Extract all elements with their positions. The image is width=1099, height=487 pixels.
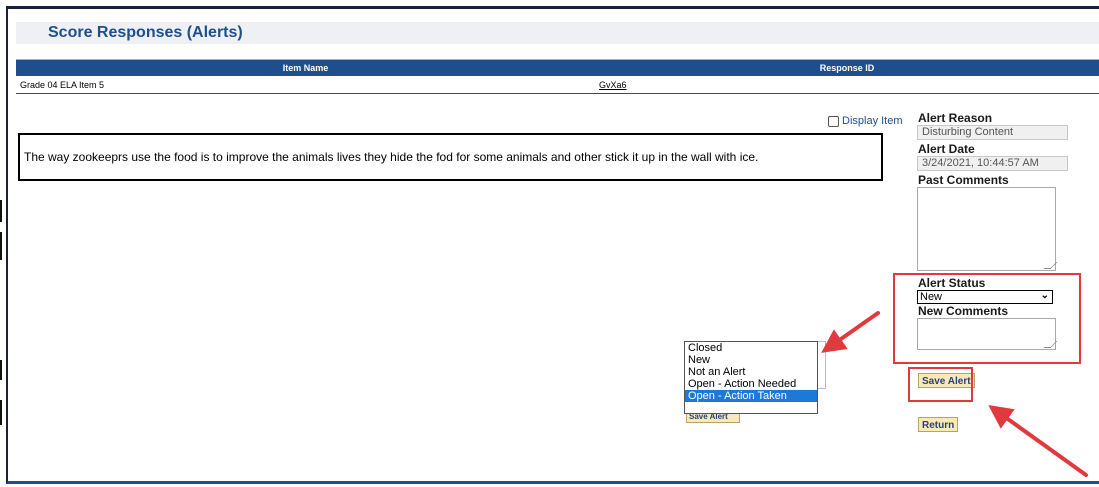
- resize-handle-icon[interactable]: [1043, 262, 1058, 269]
- table-header-row: Item Name Response ID: [16, 59, 1099, 76]
- past-comments-textarea[interactable]: [917, 187, 1058, 271]
- dropdown-option-not-an-alert[interactable]: Not an Alert: [685, 366, 817, 378]
- partial-save-button: Save Alert: [686, 413, 740, 423]
- frame-tick: [0, 400, 2, 425]
- dropdown-option-open-action-needed[interactable]: Open - Action Needed: [685, 378, 817, 390]
- return-button[interactable]: Return: [918, 417, 959, 432]
- display-item-checkbox[interactable]: [828, 115, 839, 127]
- item-name-cell: Grade 04 ELA Item 5: [16, 76, 595, 94]
- frame-tick: [0, 360, 2, 380]
- frame-tick: [0, 200, 2, 222]
- column-header-response-id: Response ID: [595, 59, 1099, 76]
- column-header-item-name: Item Name: [16, 59, 595, 76]
- response-text-box: The way zookeeprs use the food is to imp…: [18, 133, 883, 181]
- status-dropdown-list[interactable]: Closed New Not an Alert Open - Action Ne…: [684, 341, 818, 414]
- save-highlight-box: [908, 367, 973, 402]
- alert-reason-label: Alert Reason: [918, 111, 993, 125]
- past-comments-label: Past Comments: [918, 173, 1009, 187]
- dropdown-option-open-action-taken[interactable]: Open - Action Taken: [685, 390, 817, 402]
- alert-date-label: Alert Date: [918, 142, 975, 156]
- status-highlight-box: [893, 273, 1081, 364]
- dropdown-option-new[interactable]: New: [685, 354, 817, 366]
- page-title: Score Responses (Alerts): [48, 24, 243, 41]
- frame-tick: [0, 232, 2, 260]
- table-row: Grade 04 ELA Item 5 GvXa6: [16, 76, 1099, 94]
- alert-date-field: 3/24/2021, 10:44:57 AM: [917, 156, 1068, 171]
- display-item-toggle[interactable]: Display Item: [828, 115, 903, 127]
- response-table: Item Name Response ID Grade 04 ELA Item …: [16, 59, 1099, 94]
- response-id-link[interactable]: GvXa6: [595, 76, 1099, 94]
- dropdown-option-closed[interactable]: Closed: [685, 342, 817, 354]
- title-bar: Score Responses (Alerts): [16, 22, 1099, 44]
- response-text: The way zookeeprs use the food is to imp…: [24, 150, 759, 164]
- display-item-label: Display Item: [842, 115, 903, 127]
- alert-reason-field: Disturbing Content: [917, 125, 1068, 140]
